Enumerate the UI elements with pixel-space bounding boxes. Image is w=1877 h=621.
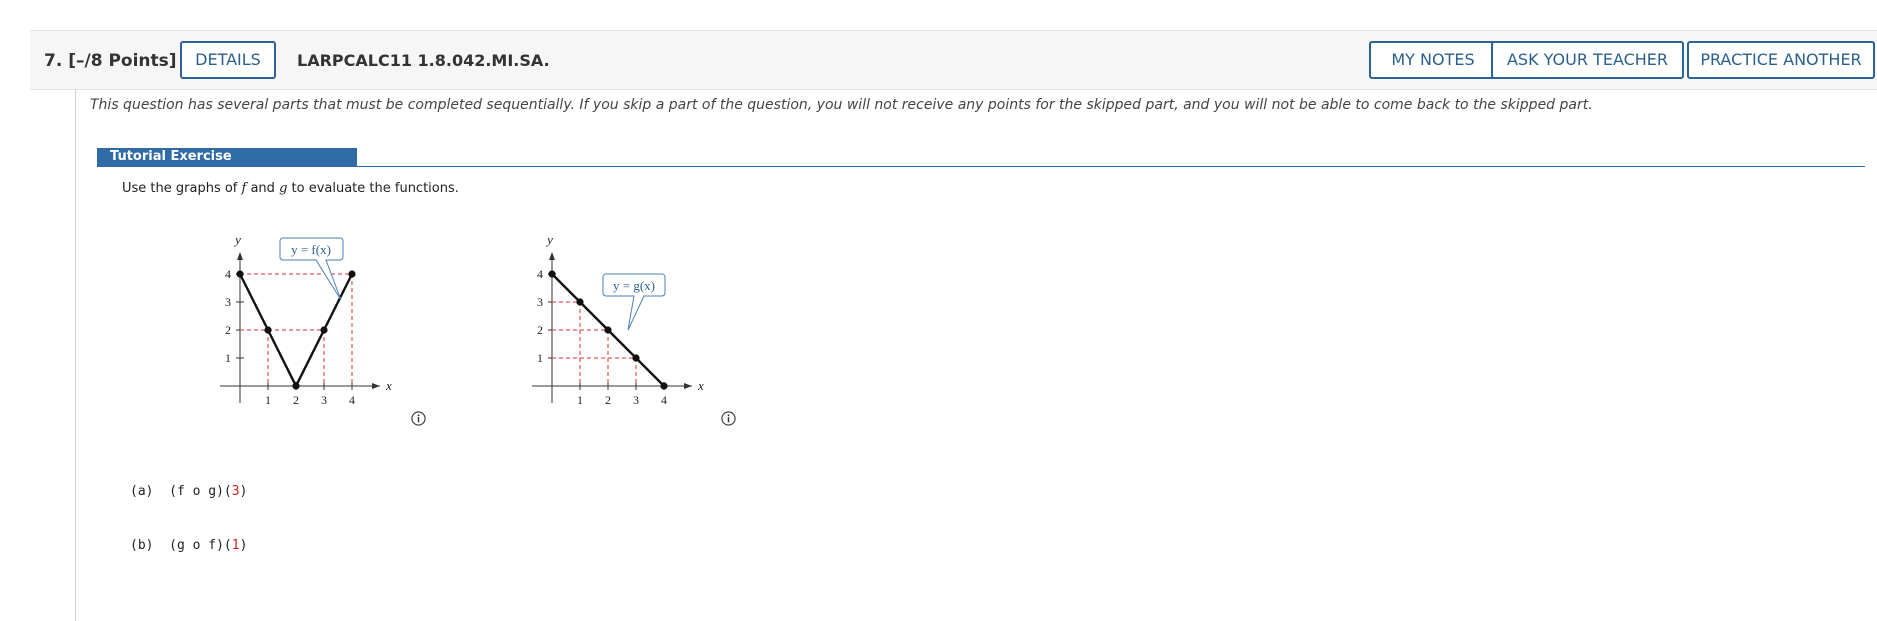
y-axis-label: y bbox=[233, 232, 241, 247]
y-tick-label: 1 bbox=[537, 351, 543, 365]
part-b: (b) (g o f)(1) bbox=[130, 538, 248, 553]
y-axis-label: y bbox=[545, 232, 553, 247]
x-tick-label: 3 bbox=[321, 393, 327, 407]
x-tick-label: 2 bbox=[605, 393, 611, 407]
data-point bbox=[236, 270, 244, 278]
y-tick-label: 2 bbox=[225, 323, 231, 337]
y-tick-label: 3 bbox=[537, 295, 543, 309]
y-tick-label: 1 bbox=[225, 351, 231, 365]
x-axis-label: x bbox=[697, 378, 704, 393]
part-a-label: (a) bbox=[130, 484, 154, 499]
sequential-notice: This question has several parts that mus… bbox=[90, 97, 1593, 113]
data-point bbox=[548, 270, 556, 278]
question-code: LARPCALC11 1.8.042.MI.SA. bbox=[297, 51, 550, 70]
x-tick-label: 4 bbox=[661, 393, 667, 407]
graph-g: y x 1 2 3 4 1 2 3 4 y = g(x) bbox=[532, 232, 704, 407]
part-b-argument: 1 bbox=[231, 538, 240, 553]
data-point bbox=[576, 298, 584, 306]
x-axis-label: x bbox=[385, 378, 392, 393]
question-header: 7. [–/8 Points] DETAILS LARPCALC11 1.8.0… bbox=[30, 30, 1877, 90]
data-point bbox=[660, 382, 668, 390]
my-notes-button[interactable]: MY NOTES bbox=[1369, 41, 1497, 79]
callout-label: y = g(x) bbox=[613, 278, 655, 293]
ask-your-teacher-button[interactable]: ASK YOUR TEACHER bbox=[1491, 41, 1684, 79]
x-tick-label: 1 bbox=[265, 393, 271, 407]
question-number: 7. [–/8 Points] bbox=[44, 51, 177, 71]
x-tick-label: 4 bbox=[349, 393, 355, 407]
data-point bbox=[348, 270, 356, 278]
x-tick-label: 3 bbox=[633, 393, 639, 407]
content-border bbox=[75, 89, 76, 621]
part-a: (a) (f o g)(3) bbox=[130, 484, 248, 499]
y-tick-label: 3 bbox=[225, 295, 231, 309]
tutorial-instructions: Use the graphs of f and g to evaluate th… bbox=[122, 181, 459, 196]
data-point bbox=[604, 326, 612, 334]
callout-label: y = f(x) bbox=[291, 242, 331, 257]
tutorial-tab: Tutorial Exercise bbox=[97, 148, 357, 166]
part-b-expression: (g o f)( bbox=[169, 538, 232, 553]
part-b-label: (b) bbox=[130, 538, 154, 553]
details-button[interactable]: DETAILS bbox=[180, 41, 276, 79]
x-axis-arrow bbox=[372, 383, 380, 389]
x-axis-arrow bbox=[684, 383, 692, 389]
part-a-argument: 3 bbox=[231, 484, 240, 499]
data-point bbox=[632, 354, 640, 362]
tutorial-divider bbox=[97, 166, 1865, 167]
x-tick-label: 2 bbox=[293, 393, 299, 407]
y-tick-label: 2 bbox=[537, 323, 543, 337]
question-points: [–/8 Points] bbox=[68, 51, 177, 71]
y-tick-label: 4 bbox=[225, 267, 231, 281]
data-point bbox=[292, 382, 300, 390]
x-tick-label: 1 bbox=[577, 393, 583, 407]
graph-f: y x 1 2 3 4 1 2 3 4 y = f(x) bbox=[220, 232, 392, 407]
practice-another-button[interactable]: PRACTICE ANOTHER bbox=[1687, 41, 1875, 79]
part-a-expression: (f o g)( bbox=[169, 484, 232, 499]
y-axis-arrow bbox=[549, 252, 555, 260]
y-axis-arrow bbox=[237, 252, 243, 260]
data-point bbox=[264, 326, 272, 334]
data-point bbox=[320, 326, 328, 334]
info-circle-icon[interactable] bbox=[721, 411, 736, 426]
info-circle-icon[interactable] bbox=[411, 411, 426, 426]
y-tick-label: 4 bbox=[537, 267, 543, 281]
